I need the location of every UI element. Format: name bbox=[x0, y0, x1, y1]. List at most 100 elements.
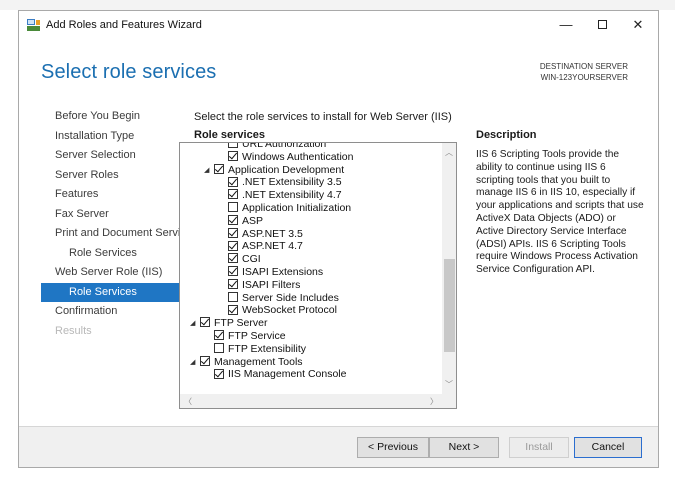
role-service-label: ISAPI Extensions bbox=[242, 266, 324, 278]
role-service-label: FTP Server bbox=[214, 317, 268, 330]
previous-button[interactable]: < Previous bbox=[357, 437, 429, 458]
role-service-label: URL Authorization bbox=[242, 143, 327, 150]
tree-item[interactable]: IIS Management Console bbox=[204, 368, 346, 381]
role-services-tree[interactable]: URL Authorization Windows Authentication ◢… bbox=[179, 142, 457, 409]
scrollbar-corner bbox=[442, 394, 456, 408]
nav-item-confirmation[interactable]: Confirmation bbox=[41, 302, 181, 322]
nav-item-web-server-role[interactable]: Web Server Role (IIS) bbox=[41, 263, 181, 283]
minimize-icon: — bbox=[559, 17, 573, 32]
role-service-label: Application Initialization bbox=[242, 202, 352, 214]
role-service-label: Application Development bbox=[228, 163, 345, 176]
expand-collapse-icon[interactable]: ◢ bbox=[204, 164, 214, 177]
horizontal-scrollbar[interactable]: 〈 〉 bbox=[180, 394, 442, 408]
nav-item-web-role-services[interactable]: Role Services bbox=[41, 282, 181, 302]
tree-item[interactable]: .NET Extensibility 4.7 bbox=[218, 189, 342, 202]
role-service-label: WebSocket Protocol bbox=[242, 304, 337, 317]
role-service-checkbox[interactable] bbox=[228, 189, 238, 200]
role-service-checkbox[interactable] bbox=[228, 143, 238, 149]
tree-item[interactable]: URL Authorization bbox=[218, 143, 326, 151]
nav-item-results: Results bbox=[55, 324, 92, 337]
tree-item[interactable]: ASP bbox=[218, 215, 263, 228]
role-service-checkbox[interactable] bbox=[200, 317, 210, 328]
tree-item[interactable]: .NET Extensibility 3.5 bbox=[218, 176, 342, 189]
role-service-checkbox[interactable] bbox=[214, 343, 224, 354]
wizard-nav: Before You Begin Installation Type Serve… bbox=[41, 107, 181, 341]
role-service-checkbox[interactable] bbox=[214, 330, 224, 341]
tree-item[interactable]: ◢ Management Tools bbox=[190, 356, 303, 369]
tree-item[interactable]: FTP Extensibility bbox=[204, 343, 306, 356]
scroll-left-icon[interactable]: 〈 bbox=[184, 396, 192, 407]
role-service-checkbox[interactable] bbox=[214, 368, 224, 379]
role-service-checkbox[interactable] bbox=[200, 355, 210, 366]
description-heading: Description bbox=[476, 129, 537, 141]
destination-server-name: WIN-123YOURSERVER bbox=[540, 73, 628, 82]
role-service-label: Windows Authentication bbox=[242, 150, 354, 163]
vertical-scrollbar[interactable]: ︿ ﹀ bbox=[442, 143, 456, 394]
tree-item[interactable]: Server Side Includes bbox=[218, 292, 339, 305]
nav-item-server-selection[interactable]: Server Selection bbox=[41, 146, 181, 166]
role-service-checkbox[interactable] bbox=[228, 279, 238, 290]
tree-item[interactable]: WebSocket Protocol bbox=[218, 304, 337, 317]
expand-collapse-icon[interactable]: ◢ bbox=[190, 317, 200, 330]
expand-collapse-icon[interactable]: ◢ bbox=[190, 356, 200, 369]
server-manager-icon bbox=[27, 19, 40, 31]
maximize-icon bbox=[597, 20, 607, 30]
role-service-label: Server Side Includes bbox=[242, 291, 339, 304]
scrollbar-thumb[interactable] bbox=[444, 259, 455, 352]
nav-item-server-roles[interactable]: Server Roles bbox=[41, 166, 181, 186]
nav-item-fax-server[interactable]: Fax Server bbox=[41, 205, 181, 225]
role-service-label: Management Tools bbox=[214, 355, 303, 368]
scroll-down-icon[interactable]: ﹀ bbox=[445, 379, 453, 390]
cancel-button[interactable]: Cancel bbox=[574, 437, 642, 458]
role-service-checkbox[interactable] bbox=[228, 240, 238, 251]
background-strip bbox=[0, 0, 675, 10]
nav-item-print-and-document-services[interactable]: Print and Document Servi... bbox=[41, 224, 181, 244]
role-service-checkbox[interactable] bbox=[228, 202, 238, 213]
tree-item[interactable]: Application Initialization bbox=[218, 202, 351, 215]
role-service-checkbox[interactable] bbox=[228, 266, 238, 277]
nav-item-installation-type[interactable]: Installation Type bbox=[41, 127, 181, 147]
tree-item[interactable]: FTP Service bbox=[204, 330, 286, 343]
role-service-label: CGI bbox=[242, 253, 261, 266]
role-service-checkbox[interactable] bbox=[228, 151, 238, 162]
tree-item[interactable]: ASP.NET 3.5 bbox=[218, 228, 303, 241]
role-service-checkbox[interactable] bbox=[228, 227, 238, 238]
role-service-checkbox[interactable] bbox=[214, 163, 224, 174]
destination-server-label: DESTINATION SERVER bbox=[539, 62, 628, 71]
role-service-label: ASP.NET 3.5 bbox=[242, 227, 303, 240]
nav-item-features[interactable]: Features bbox=[41, 185, 181, 205]
role-service-label: IIS Management Console bbox=[228, 368, 347, 381]
nav-item-before-you-begin[interactable]: Before You Begin bbox=[41, 107, 181, 127]
tree-item[interactable]: Windows Authentication bbox=[218, 151, 353, 164]
nav-item-print-role-services[interactable]: Role Services bbox=[41, 244, 181, 264]
button-bar: < Previous Next > Install Cancel bbox=[19, 426, 658, 467]
tree-item[interactable]: ◢ Application Development bbox=[204, 164, 344, 177]
install-button: Install bbox=[509, 437, 569, 458]
scroll-right-icon[interactable]: 〉 bbox=[430, 396, 438, 407]
scroll-up-icon[interactable]: ︿ bbox=[445, 147, 453, 158]
next-button[interactable]: Next > bbox=[429, 437, 499, 458]
tree-item[interactable]: ◢ FTP Server bbox=[190, 317, 267, 330]
role-service-checkbox[interactable] bbox=[228, 291, 238, 302]
role-service-checkbox[interactable] bbox=[228, 176, 238, 187]
tree-item[interactable]: ASP.NET 4.7 bbox=[218, 240, 303, 253]
description-text: IIS 6 Scripting Tools provide the abilit… bbox=[476, 149, 644, 276]
window-title: Add Roles and Features Wizard bbox=[46, 19, 202, 31]
role-service-checkbox[interactable] bbox=[228, 253, 238, 264]
role-services-heading: Role services bbox=[194, 129, 265, 141]
tree-item[interactable]: ISAPI Filters bbox=[218, 279, 300, 292]
tree-item[interactable]: CGI bbox=[218, 253, 261, 266]
role-service-checkbox[interactable] bbox=[228, 215, 238, 226]
role-service-label: .NET Extensibility 3.5 bbox=[242, 176, 342, 189]
minimize-button[interactable]: — bbox=[548, 15, 584, 35]
role-service-label: .NET Extensibility 4.7 bbox=[242, 189, 342, 202]
maximize-button[interactable] bbox=[584, 15, 620, 35]
tree-item[interactable]: ISAPI Extensions bbox=[218, 266, 323, 279]
role-service-label: ASP.NET 4.7 bbox=[242, 240, 303, 253]
close-button[interactable]: ✕ bbox=[620, 15, 656, 35]
instruction-text: Select the role services to install for … bbox=[194, 111, 452, 123]
role-service-label: FTP Extensibility bbox=[228, 342, 306, 355]
role-service-label: ASP bbox=[242, 214, 264, 227]
tree-content: URL Authorization Windows Authentication ◢… bbox=[180, 143, 442, 394]
role-service-checkbox[interactable] bbox=[228, 304, 238, 315]
